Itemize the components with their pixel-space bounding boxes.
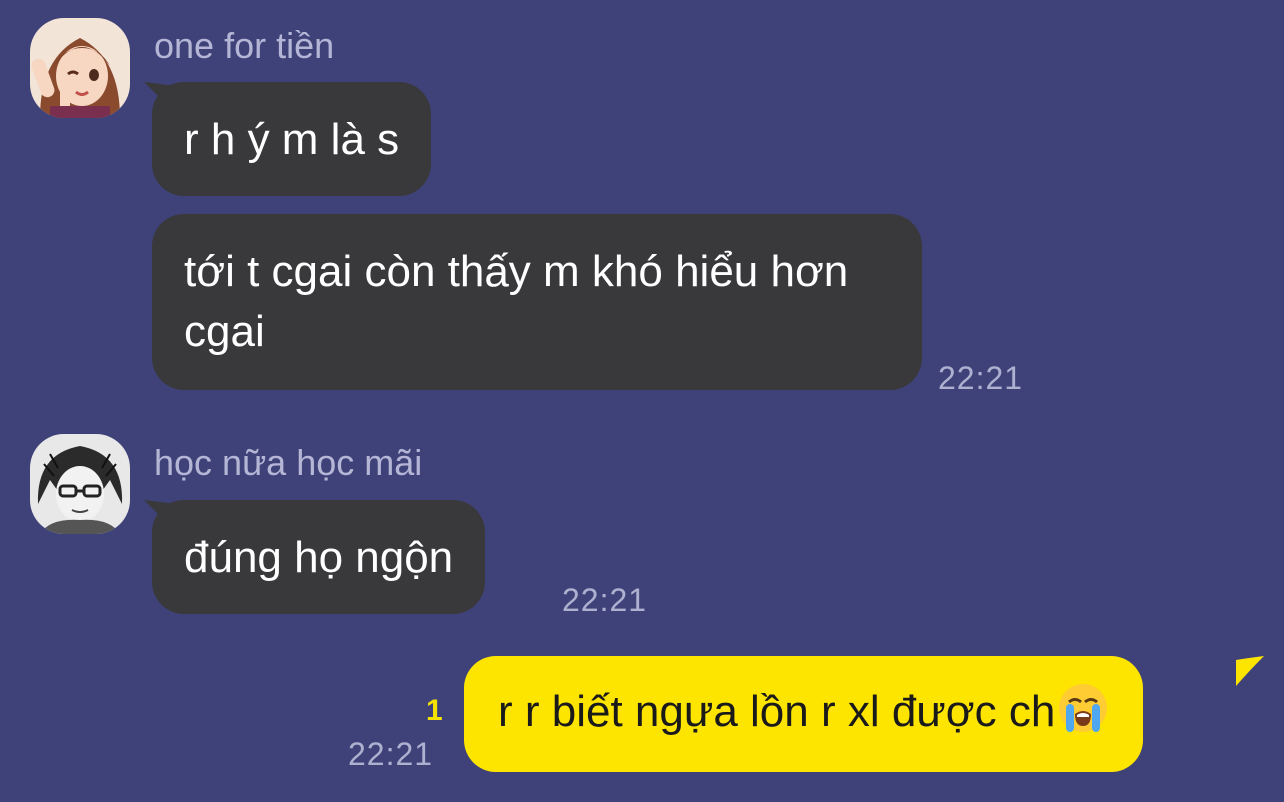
chat-view: one for tiền r h ý m là s tới t cgai còn… bbox=[0, 0, 1284, 802]
sender-name: one for tiền bbox=[154, 25, 335, 66]
avatar-one-for-tien[interactable] bbox=[30, 18, 130, 118]
my-message-bubble[interactable]: r r biết ngựa lồn r xl được ch bbox=[464, 656, 1144, 772]
unread-count: 1 bbox=[426, 694, 443, 727]
avatar-hoc-nua-hoc-mai[interactable] bbox=[30, 434, 130, 534]
loudly-crying-face-icon bbox=[1059, 684, 1108, 732]
message-bubble[interactable]: đúng họ ngộn bbox=[152, 500, 486, 614]
message-bubble[interactable]: tới t cgai còn thấy m khó hiểu hơn cgai bbox=[152, 214, 922, 390]
manga-character-avatar-icon bbox=[30, 434, 130, 534]
my-message-text: r r biết ngựa lồn r xl được ch bbox=[498, 687, 1056, 736]
message-timestamp: 22:21 bbox=[562, 582, 648, 618]
anime-girl-avatar-icon bbox=[30, 18, 130, 118]
bubble-tail bbox=[1236, 656, 1264, 686]
message-timestamp: 22:21 bbox=[348, 736, 434, 772]
message-timestamp: 22:21 bbox=[938, 360, 1024, 396]
message-bubble[interactable]: r h ý m là s bbox=[152, 82, 432, 196]
sender-name: học nữa học mãi bbox=[154, 442, 423, 483]
